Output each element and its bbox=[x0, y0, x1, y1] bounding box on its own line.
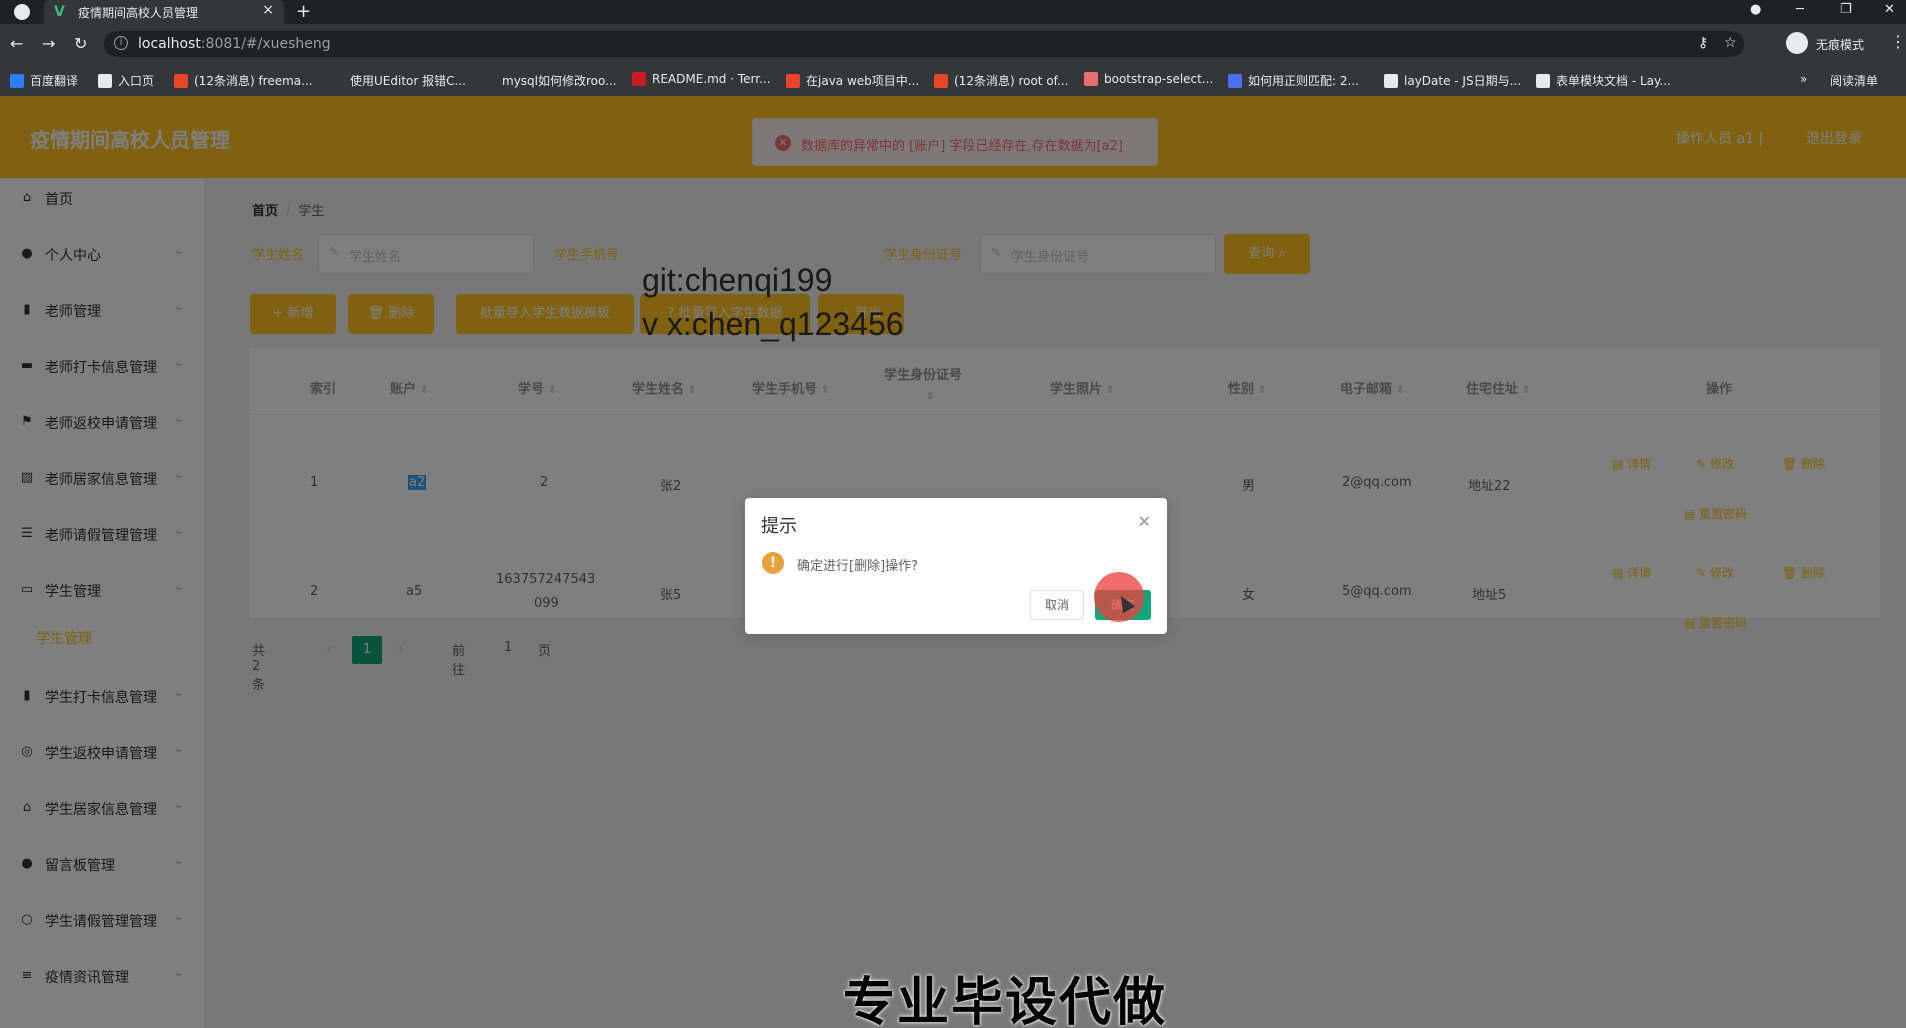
tab-search-icon[interactable]: ● bbox=[1750, 2, 1761, 17]
bookmark-item[interactable]: 百度翻译 bbox=[10, 72, 78, 89]
incognito-icon[interactable] bbox=[1786, 32, 1808, 54]
bookmark-label: bootstrap-select... bbox=[1104, 72, 1214, 86]
bookmark-item[interactable]: layDate - JS日期与... bbox=[1384, 72, 1521, 89]
bookmark-favicon-icon bbox=[934, 74, 948, 88]
dialog-cancel-button[interactable]: 取消 bbox=[1030, 590, 1084, 620]
address-bar: ← → ↻ i localhost:8081/#/xuesheng ☆ ⚷ 无痕… bbox=[0, 24, 1906, 64]
dialog-title: 提示 bbox=[761, 516, 797, 537]
back-icon[interactable]: ← bbox=[10, 34, 23, 53]
bookmark-item[interactable]: 在java web项目中... bbox=[786, 72, 919, 89]
bookmark-label: 使用UEditor 报错C... bbox=[350, 74, 466, 88]
forward-icon[interactable]: → bbox=[42, 34, 55, 53]
url-input[interactable]: i localhost:8081/#/xuesheng ☆ ⚷ bbox=[104, 31, 1744, 57]
bookmark-item[interactable]: 表单模块文档 - Lay... bbox=[1536, 72, 1671, 89]
browser-tab[interactable]: V 疫情期间高校人员管理 × bbox=[44, 0, 284, 24]
bookmark-favicon-icon bbox=[632, 72, 646, 86]
window-close-icon[interactable]: ✕ bbox=[1884, 2, 1895, 17]
bookmark-favicon-icon bbox=[1384, 74, 1398, 88]
bookmark-label: 表单模块文档 - Lay... bbox=[1556, 74, 1671, 88]
bookmark-label: layDate - JS日期与... bbox=[1404, 74, 1522, 88]
bookmark-favicon-icon bbox=[1228, 74, 1242, 88]
bookmark-item[interactable]: 入口页 bbox=[98, 72, 154, 89]
bookmark-label: 百度翻译 bbox=[30, 74, 79, 88]
bookmark-item[interactable]: (12条消息) freema... bbox=[174, 72, 313, 89]
bookmark-label: (12条消息) root of... bbox=[954, 74, 1069, 88]
bookmark-favicon-icon bbox=[10, 74, 24, 88]
browser-tab-bar: V 疫情期间高校人员管理 × + ● ─ ❐ ✕ bbox=[0, 0, 1906, 24]
bookmark-favicon-icon bbox=[786, 74, 800, 88]
restore-icon[interactable]: ❐ bbox=[1840, 2, 1852, 17]
bookmark-item[interactable]: 如何用正则匹配: 2... bbox=[1228, 72, 1359, 89]
watermark-line-1: git:chenqi199 bbox=[642, 262, 833, 298]
vue-favicon-icon: V bbox=[54, 4, 65, 20]
bookmark-label: (12条消息) freema... bbox=[194, 74, 313, 88]
reload-icon[interactable]: ↻ bbox=[74, 34, 87, 53]
reading-list-button[interactable]: 阅读清单 bbox=[1830, 72, 1878, 89]
bookmark-item[interactable]: bootstrap-select... bbox=[1084, 72, 1213, 86]
bookmark-label: mysql如何修改roo... bbox=[502, 74, 617, 88]
dialog-message: 确定进行[删除]操作? bbox=[797, 559, 919, 574]
bookmark-label: 在java web项目中... bbox=[806, 74, 920, 88]
bookmark-star-icon[interactable]: ☆ bbox=[1724, 35, 1737, 51]
bookmark-favicon-icon bbox=[174, 74, 188, 88]
bookmark-item[interactable]: README.md · Terr... bbox=[632, 72, 771, 86]
bookmark-item[interactable]: 使用UEditor 报错C... bbox=[350, 72, 466, 89]
bookmarks-overflow-icon[interactable]: » bbox=[1800, 72, 1807, 86]
bookmark-favicon-icon bbox=[1536, 74, 1550, 88]
bookmark-item[interactable]: (12条消息) root of... bbox=[934, 72, 1068, 89]
warning-icon: ! bbox=[762, 552, 784, 574]
bookmark-favicon-icon bbox=[98, 74, 112, 88]
minimize-icon[interactable]: ─ bbox=[1796, 2, 1804, 17]
incognito-label: 无痕模式 bbox=[1816, 38, 1865, 52]
site-info-icon[interactable]: i bbox=[114, 36, 128, 50]
bookmark-item[interactable]: mysql如何修改roo... bbox=[502, 72, 617, 89]
menu-icon[interactable]: ⋮ bbox=[1890, 32, 1906, 51]
dialog-close-icon[interactable]: ✕ bbox=[1138, 512, 1151, 531]
tab-title: 疫情期间高校人员管理 bbox=[78, 6, 199, 20]
tab-close-icon[interactable]: × bbox=[262, 2, 274, 18]
bookmark-label: 入口页 bbox=[118, 74, 155, 88]
new-tab-icon[interactable]: + bbox=[296, 1, 311, 22]
bookmark-label: 如何用正则匹配: 2... bbox=[1248, 74, 1359, 88]
video-subtitle: 专业毕设代做 bbox=[843, 973, 1168, 1028]
chrome-logo-icon bbox=[14, 4, 30, 20]
key-icon[interactable]: ⚷ bbox=[1698, 35, 1708, 51]
bookmarks-bar: 百度翻译 入口页 (12条消息) freema... 使用UEditor 报错C...… bbox=[0, 64, 1906, 96]
bookmark-label: README.md · Terr... bbox=[652, 72, 771, 86]
bookmark-favicon-icon bbox=[1084, 72, 1098, 86]
url-text: localhost:8081/#/xuesheng bbox=[138, 36, 331, 52]
watermark-line-2: v x:chen_q123456 bbox=[642, 306, 904, 342]
